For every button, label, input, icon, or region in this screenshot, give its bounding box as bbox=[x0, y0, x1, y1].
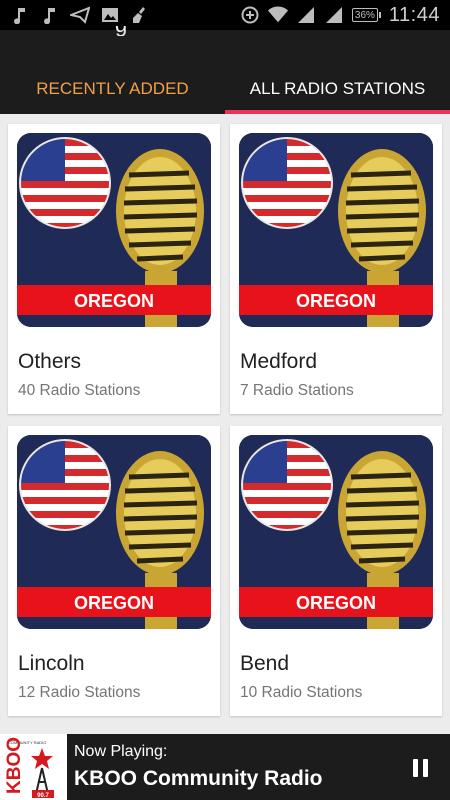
now-playing-label: Now Playing: bbox=[74, 743, 168, 760]
signal-icon bbox=[324, 5, 344, 25]
app-screen: 36% 11:44 g RECENTLY ADDED ALL RADIO STA… bbox=[0, 0, 450, 800]
oregon-thumbnail: OREGON bbox=[239, 435, 433, 629]
send-icon bbox=[70, 5, 90, 25]
station-count: 40 Radio Stations bbox=[18, 382, 141, 399]
status-bar: 36% 11:44 bbox=[0, 0, 450, 30]
now-playing-bar[interactable]: COMMUNITY RADIO KBOO 90.7 Now Playing: K… bbox=[0, 734, 450, 800]
pause-button[interactable] bbox=[406, 754, 434, 782]
pause-icon bbox=[412, 759, 418, 777]
status-icons-left bbox=[10, 5, 150, 25]
tab-label: ALL RADIO STATIONS bbox=[249, 79, 426, 98]
signal-icon bbox=[296, 5, 316, 25]
tab-label: RECENTLY ADDED bbox=[36, 79, 189, 98]
station-grid: OREGON Others 40 Radio Stations OREGON M… bbox=[0, 114, 450, 734]
station-count: 12 Radio Stations bbox=[18, 684, 141, 701]
banner-text: OREGON bbox=[296, 291, 376, 311]
station-card-title: Others bbox=[18, 350, 82, 373]
tab-recently-added[interactable]: RECENTLY ADDED bbox=[0, 64, 225, 114]
data-saver-icon bbox=[240, 5, 260, 25]
image-icon bbox=[100, 5, 120, 25]
clock: 11:44 bbox=[388, 3, 440, 26]
station-card-title: Medford bbox=[240, 350, 318, 373]
music-note-icon bbox=[40, 5, 60, 25]
logo-frequency: 90.7 bbox=[37, 793, 49, 799]
now-playing-station: KBOO Community Radio bbox=[74, 767, 323, 790]
station-card-others[interactable]: OREGON Others 40 Radio Stations bbox=[8, 124, 220, 414]
music-note-icon bbox=[10, 5, 30, 25]
tab-bar: RECENTLY ADDED ALL RADIO STATIONS bbox=[0, 64, 450, 114]
tab-all-radio-stations[interactable]: ALL RADIO STATIONS bbox=[225, 64, 450, 114]
logo-text: KBOO bbox=[4, 737, 25, 794]
broom-icon bbox=[130, 5, 150, 25]
status-icons-right: 36% 11:44 bbox=[240, 4, 440, 26]
station-count: 7 Radio Stations bbox=[240, 382, 354, 399]
station-count: 10 Radio Stations bbox=[240, 684, 363, 701]
station-logo: COMMUNITY RADIO KBOO 90.7 bbox=[0, 734, 67, 800]
station-card-title: Bend bbox=[240, 652, 290, 675]
station-card-bend[interactable]: OREGON Bend 10 Radio Stations bbox=[230, 426, 442, 716]
battery-level: 36% bbox=[351, 8, 378, 22]
oregon-thumbnail: OREGON bbox=[17, 133, 211, 327]
wifi-icon bbox=[267, 5, 288, 25]
station-card-title: Lincoln bbox=[18, 652, 85, 675]
station-card-lincoln[interactable]: OREGON Lincoln 12 Radio Stations bbox=[8, 426, 220, 716]
station-card-medford[interactable]: OREGON Medford 7 Radio Stations bbox=[230, 124, 442, 414]
battery-icon: 36% bbox=[351, 8, 381, 22]
banner-text: OREGON bbox=[74, 291, 154, 311]
app-title-fragment: g bbox=[115, 26, 145, 36]
oregon-thumbnail: OREGON bbox=[239, 133, 433, 327]
app-bar: g RECENTLY ADDED ALL RADIO STATIONS bbox=[0, 26, 450, 114]
banner-text: OREGON bbox=[74, 593, 154, 613]
oregon-thumbnail: OREGON bbox=[17, 435, 211, 629]
banner-text: OREGON bbox=[296, 593, 376, 613]
